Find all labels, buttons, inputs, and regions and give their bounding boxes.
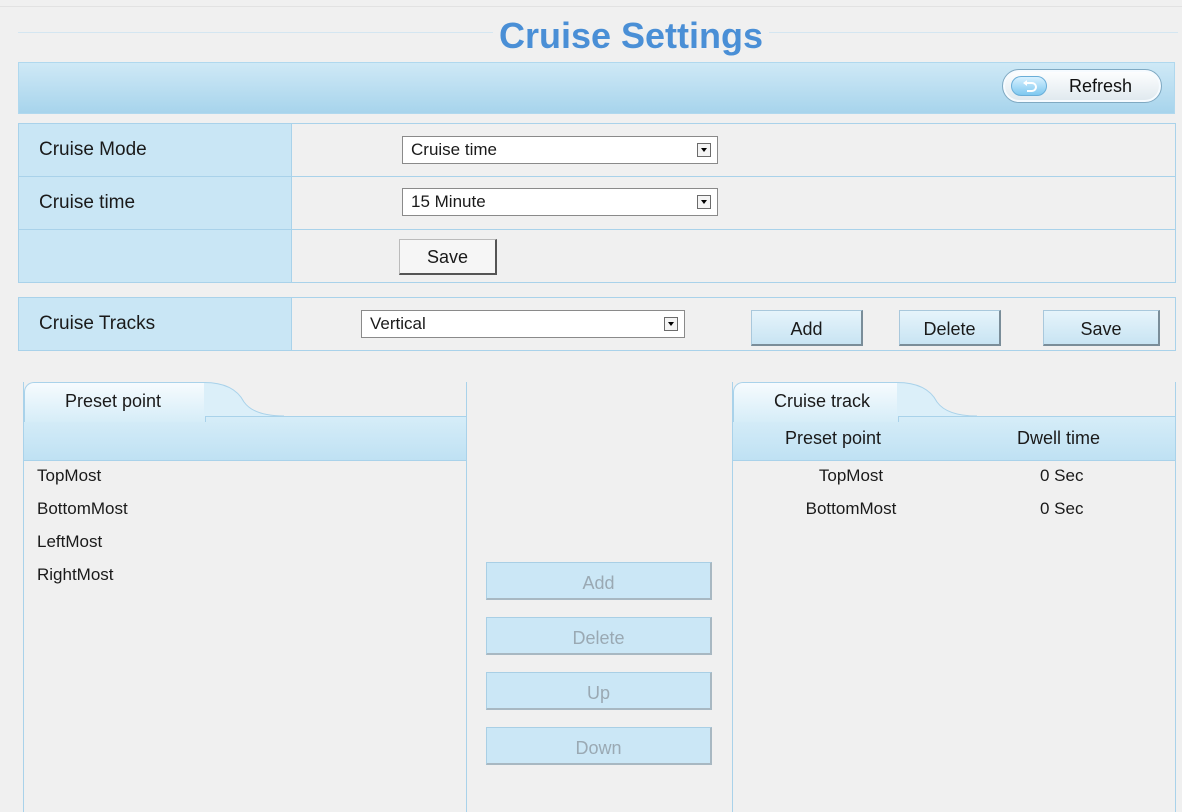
cruise-mode-select[interactable]: Cruise time bbox=[402, 136, 718, 164]
preset-tab-curve bbox=[204, 382, 284, 417]
preset-panel-header bbox=[24, 416, 466, 460]
preset-point-panel: Preset point TopMost BottomMost LeftMost… bbox=[23, 382, 467, 812]
add-track-button[interactable]: Add bbox=[751, 310, 863, 346]
cruise-mode-form: Cruise Mode Cruise time Cruise time 15 M… bbox=[18, 123, 1176, 283]
row-preset: TopMost bbox=[818, 466, 884, 485]
refresh-label: Refresh bbox=[1069, 76, 1133, 96]
refresh-icon bbox=[1011, 76, 1047, 96]
cruise-track-panel: Preset point Dwell time Cruise track Top… bbox=[732, 382, 1176, 812]
save-track-button[interactable]: Save bbox=[1043, 310, 1160, 346]
delete-preset-button[interactable]: Delete bbox=[486, 617, 712, 655]
cruise-tracks-select[interactable]: Vertical bbox=[361, 310, 685, 338]
row-preset: BottomMost bbox=[805, 499, 897, 518]
empty-label-cell bbox=[18, 229, 292, 283]
delete-track-button[interactable]: Delete bbox=[899, 310, 1001, 346]
cruise-tracks-value: Vertical bbox=[370, 314, 426, 333]
cruise-time-label: Cruise time bbox=[18, 176, 292, 230]
cruise-time-cell: 15 Minute bbox=[291, 176, 1176, 230]
col-preset-point: Preset point bbox=[785, 428, 882, 448]
move-down-button[interactable]: Down bbox=[486, 727, 712, 765]
chevron-down-icon bbox=[697, 195, 711, 209]
list-item[interactable]: LeftMost bbox=[37, 532, 102, 552]
move-up-button[interactable]: Up bbox=[486, 672, 712, 710]
cruise-time-select[interactable]: 15 Minute bbox=[402, 188, 718, 216]
cruise-mode-cell: Cruise time bbox=[291, 123, 1176, 177]
page-title-text: Cruise Settings bbox=[492, 15, 770, 56]
page-title: Cruise Settings bbox=[0, 14, 1182, 58]
table-row[interactable]: TopMost 0 Sec bbox=[733, 466, 1175, 496]
cruise-mode-label: Cruise Mode bbox=[18, 123, 292, 177]
cruise-time-value: 15 Minute bbox=[411, 192, 486, 211]
chevron-down-icon bbox=[697, 143, 711, 157]
preset-list-divider bbox=[24, 460, 466, 461]
list-item[interactable]: BottomMost bbox=[37, 499, 128, 519]
track-panel-header: Preset point Dwell time bbox=[733, 416, 1175, 460]
add-preset-button[interactable]: Add bbox=[486, 562, 712, 600]
track-tab-curve bbox=[897, 382, 977, 417]
col-dwell-time: Dwell time bbox=[1017, 428, 1101, 448]
track-list-divider bbox=[733, 460, 1175, 461]
list-item[interactable]: TopMost bbox=[37, 466, 101, 486]
table-row[interactable]: BottomMost 0 Sec bbox=[733, 499, 1175, 529]
cruise-tracks-label: Cruise Tracks bbox=[18, 297, 292, 351]
row-dwell: 0 Sec bbox=[1040, 466, 1084, 485]
list-item[interactable]: RightMost bbox=[37, 565, 114, 585]
save-mode-button[interactable]: Save bbox=[399, 239, 497, 275]
tab-preset-point[interactable]: Preset point bbox=[24, 382, 206, 422]
chevron-down-icon bbox=[664, 317, 678, 331]
cruise-mode-value: Cruise time bbox=[411, 140, 497, 159]
tab-cruise-track[interactable]: Cruise track bbox=[733, 382, 899, 422]
cruise-tracks-form: Cruise Tracks Vertical Add Delete Save bbox=[18, 297, 1176, 351]
row-dwell: 0 Sec bbox=[1040, 499, 1084, 518]
top-divider bbox=[0, 6, 1182, 7]
cruise-tracks-cell: Vertical Add Delete Save bbox=[291, 297, 1176, 351]
save-cell: Save bbox=[291, 229, 1176, 283]
refresh-button[interactable]: Refresh bbox=[1002, 69, 1162, 103]
